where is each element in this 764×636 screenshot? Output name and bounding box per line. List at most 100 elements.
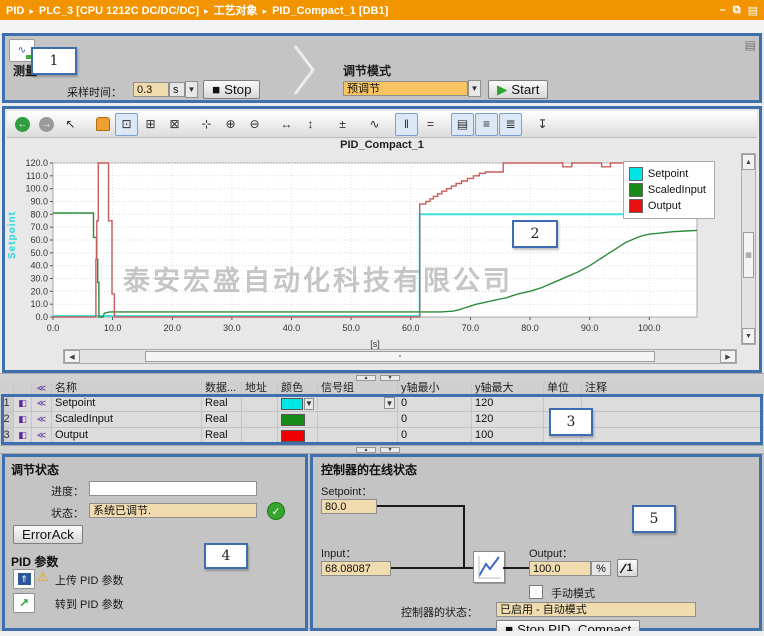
sample-time-dropdown-icon[interactable]: ▼ xyxy=(185,81,198,98)
start-tuning-button[interactable]: ▶ Start xyxy=(488,80,548,99)
table-row[interactable]: 2◧≪ScaledInputReal0120 xyxy=(0,412,764,428)
back-icon[interactable]: ← xyxy=(11,113,34,136)
zoom-in-icon[interactable]: ⊕ xyxy=(219,113,242,136)
header-signal-group[interactable]: 信号组 xyxy=(318,381,398,395)
pan-zoom-icon[interactable]: ⊹ xyxy=(195,113,218,136)
pan-hand-icon[interactable] xyxy=(91,113,114,136)
restore-icon[interactable]: ⧉ xyxy=(733,4,741,17)
breadcrumb-item[interactable]: PID_Compact_1 [DB1] xyxy=(272,5,388,17)
color-swatch[interactable] xyxy=(281,414,305,426)
legend-icon[interactable]: ▤ xyxy=(451,113,474,136)
table-row[interactable]: 3◧≪OutputReal0100 xyxy=(0,428,764,444)
color-dropdown-icon[interactable]: ▼ xyxy=(304,398,314,410)
header-y-min[interactable]: y轴最小 xyxy=(398,381,472,395)
header-address[interactable]: 地址 xyxy=(242,381,278,395)
chart-horizontal-scrollbar[interactable]: ◀ ▪ ▶ xyxy=(63,349,737,364)
signal-color[interactable]: ▼ xyxy=(278,396,318,411)
goto-pid-params-button[interactable]: ↗ xyxy=(13,593,35,613)
goto-pid-params-label[interactable]: 转到 PID 参数 xyxy=(55,596,123,612)
header-unit[interactable]: 单位 xyxy=(544,381,582,395)
zoom-dynamic-icon[interactable]: ⊠ xyxy=(163,113,186,136)
vscroll-thumb[interactable]: ▦ xyxy=(743,232,754,278)
upload-pid-params-button[interactable]: ⇑ xyxy=(13,569,35,589)
signal-group-dropdown-icon[interactable]: ▼ xyxy=(384,397,395,409)
tuning-mode-select[interactable]: 预调节 xyxy=(343,81,468,96)
signal-name[interactable]: Setpoint xyxy=(52,396,202,411)
visibility-glasses-icon[interactable]: ≪ xyxy=(32,428,52,443)
zoom-out-icon[interactable]: ⊖ xyxy=(243,113,266,136)
align-left-icon[interactable]: ≡ xyxy=(475,113,498,136)
minimize-icon[interactable]: – xyxy=(720,4,726,17)
header-name[interactable]: 名称 xyxy=(52,381,202,395)
fit-vertical-icon[interactable]: ↕ xyxy=(299,113,322,136)
collapse-up-icon[interactable]: ▲ xyxy=(356,447,376,453)
y-axis-max[interactable]: 120 xyxy=(472,412,544,427)
x-tick-label: 0.0 xyxy=(47,323,60,333)
scroll-down-icon[interactable]: ▼ xyxy=(742,328,755,344)
signal-table: ≪ 名称 数据... 地址 颜色 信号组 y轴最小 y轴最大 单位 注释 1◧≪… xyxy=(0,381,764,444)
x-tick-label: 60.0 xyxy=(402,323,420,333)
signal-group[interactable] xyxy=(318,428,398,443)
collapse-down-icon[interactable]: ▼ xyxy=(380,447,400,453)
y-axis-max[interactable]: 120 xyxy=(472,396,544,411)
upload-pid-params-label[interactable]: 上传 PID 参数 xyxy=(55,572,123,588)
export-icon[interactable]: ↧ xyxy=(531,113,554,136)
header-y-max[interactable]: y轴最大 xyxy=(472,381,544,395)
zoom-select-icon[interactable]: ⊡ xyxy=(115,113,138,136)
window-menu-icon[interactable]: ▤ xyxy=(748,4,758,17)
horizontal-rulers-icon[interactable]: = xyxy=(419,113,442,136)
signal-color[interactable] xyxy=(278,412,318,427)
y-axis-min[interactable]: 0 xyxy=(398,396,472,411)
breadcrumb-item[interactable]: PLC_3 [CPU 1212C DC/DC/DC] xyxy=(39,5,199,17)
visibility-glasses-icon[interactable]: ≪ xyxy=(32,396,52,411)
zoom-region-icon[interactable]: ⊞ xyxy=(139,113,162,136)
scroll-right-icon[interactable]: ▶ xyxy=(720,350,736,363)
scale-values-icon[interactable]: ± xyxy=(331,113,354,136)
visibility-glasses-icon[interactable]: ≪ xyxy=(32,412,52,427)
header-data-type[interactable]: 数据... xyxy=(202,381,242,395)
breadcrumb-item[interactable]: 工艺对象 xyxy=(214,5,258,17)
hscroll-thumb[interactable]: ▪ xyxy=(145,351,656,362)
signal-group[interactable] xyxy=(318,412,398,427)
error-ack-button[interactable]: ErrorAck xyxy=(13,525,83,544)
header-color[interactable]: 颜色 xyxy=(278,381,318,395)
color-swatch[interactable] xyxy=(281,430,305,442)
fit-horizontal-icon[interactable]: ↔ xyxy=(275,113,298,136)
output-value-field[interactable]: 100.0 xyxy=(529,561,591,576)
setpoint-value-field[interactable]: 80.0 xyxy=(321,499,377,514)
signal-name[interactable]: Output xyxy=(52,428,202,443)
splitter-bottom[interactable]: ▲ ▼ xyxy=(0,445,764,454)
table-row[interactable]: 1◧≪SetpointReal▼▼0120 xyxy=(0,396,764,412)
x-tick-label: 40.0 xyxy=(283,323,301,333)
scroll-up-icon[interactable]: ▲ xyxy=(742,154,755,170)
vertical-rulers-icon[interactable]: ‖ xyxy=(395,113,418,136)
chart-vertical-scrollbar[interactable]: ▲ ▦ ▼ xyxy=(741,153,756,345)
signal-group[interactable]: ▼ xyxy=(318,396,398,411)
y-axis-max[interactable]: 100 xyxy=(472,428,544,443)
signal-name[interactable]: ScaledInput xyxy=(52,412,202,427)
manual-mode-row[interactable]: 手动模式 xyxy=(529,585,595,601)
header-comment[interactable]: 注释 xyxy=(582,381,764,395)
select-pointer-icon[interactable]: ↖ xyxy=(59,113,82,136)
breadcrumb-item[interactable]: PID xyxy=(6,5,24,17)
manual-mode-checkbox[interactable] xyxy=(529,585,543,599)
y-axis-min[interactable]: 0 xyxy=(398,412,472,427)
align-right-icon[interactable]: ≣ xyxy=(499,113,522,136)
tuning-mode-dropdown-icon[interactable]: ▼ xyxy=(468,80,481,97)
status-ok-icon: ✓ xyxy=(267,502,285,520)
y-axis-min[interactable]: 0 xyxy=(398,428,472,443)
scope-icon: ∿ xyxy=(18,45,26,56)
color-swatch[interactable] xyxy=(281,398,303,410)
input-value-field[interactable]: 68.08087 xyxy=(321,561,391,576)
forward-icon[interactable]: → xyxy=(35,113,58,136)
stop-measure-button[interactable]: ■ Stop xyxy=(203,80,260,99)
panel-menu-icon[interactable]: ▤ xyxy=(745,38,756,52)
signal-color[interactable] xyxy=(278,428,318,443)
status-label: 状态： xyxy=(51,505,84,521)
manual-output-button[interactable]: ∕∕1 xyxy=(617,559,638,577)
breadcrumb-items[interactable]: PID▸PLC_3 [CPU 1212C DC/DC/DC]▸工艺对象▸PID_… xyxy=(6,2,393,18)
legend-item: Setpoint xyxy=(629,167,706,181)
scroll-left-icon[interactable]: ◀ xyxy=(64,350,80,363)
sample-time-input[interactable]: 0.3 xyxy=(133,82,169,97)
curve-display-icon[interactable]: ∿ xyxy=(363,113,386,136)
